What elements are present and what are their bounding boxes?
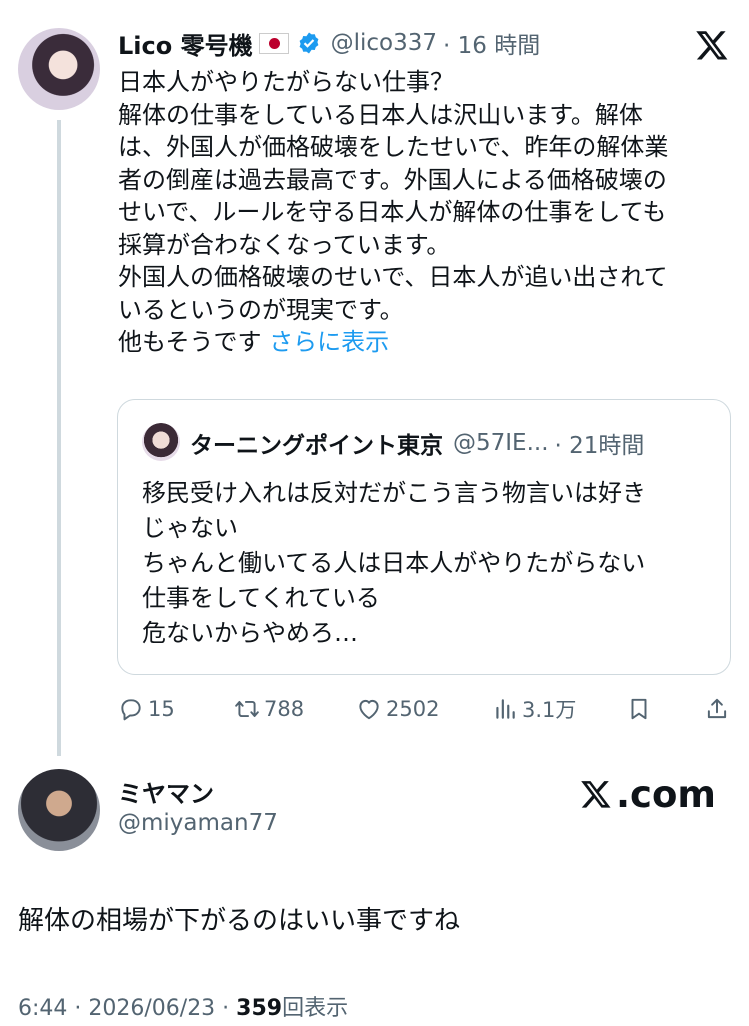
like-count: 2502 (386, 697, 440, 721)
tweet-line: 他もそうです (118, 328, 262, 356)
tweet-line: 解体の仕事をしている日本人は沢山います。解体 (118, 100, 643, 129)
reply-avatar[interactable] (18, 769, 100, 851)
reply-author-handle[interactable]: @miyaman77 (118, 810, 278, 836)
quote-line: ちゃんと働いてる人は日本人がやりたがらない (142, 549, 646, 577)
reply-author-name[interactable]: ミヤマン (118, 774, 214, 809)
tweet-text: 日本人がやりたがらない仕事？ 解体の仕事をしている日本人は沢山います。解体 は、… (118, 66, 728, 359)
retweet-count: 788 (264, 697, 305, 721)
tweet-line: せいで、ルールを守る日本人が解体の仕事をしても (118, 198, 667, 226)
bookmark-button[interactable] (626, 690, 656, 728)
quote-line: 仕事をしてくれている (142, 584, 380, 612)
x-logo-icon[interactable] (694, 28, 730, 62)
like-button[interactable]: 2502 (356, 690, 439, 728)
author-handle[interactable]: @lico337 (331, 30, 437, 56)
action-bar: 15 788 2502 3.1万 (118, 690, 732, 728)
show-more-link[interactable]: さらに表示 (269, 328, 389, 356)
views-button[interactable]: 3.1万 (492, 690, 576, 728)
quote-author-name: ターニングポイント東京 (190, 433, 443, 459)
reply-count: 15 (148, 697, 175, 721)
retweet-icon (235, 700, 259, 718)
reply-button[interactable]: 15 (118, 690, 175, 728)
tweet-line: は、外国人が価格破壊をしたせいで、昨年の解体業 (118, 133, 669, 161)
views-icon (496, 699, 515, 719)
thread-line (57, 120, 61, 756)
jp-flag-icon (258, 32, 289, 54)
avatar[interactable] (18, 28, 100, 110)
reply-text: 解体の相場が下がるのはいい事ですね (18, 906, 461, 936)
quote-line: じゃない (142, 514, 238, 542)
author-name[interactable]: Lico 零号機 (118, 26, 253, 61)
tweet-meta: 6:44 · 2026/06/23 · 359回表示 (18, 990, 348, 1022)
quoted-tweet[interactable]: ターニングポイント東京 @57IE... · 21時間 移民受け入れは反対だがこ… (117, 399, 731, 675)
x-com-brand: .com (578, 772, 716, 816)
brand-text: .com (616, 772, 716, 816)
views-count: 3.1万 (522, 698, 577, 722)
quote-line: 危ないからやめろ… (142, 619, 358, 647)
tweet-line: 採算が合わなくなっています。 (118, 230, 451, 259)
verified-badge-icon (299, 32, 318, 54)
quote-author-handle: @57IE... (453, 430, 549, 456)
quote-text: 移民受け入れは反対だがこう言う物言いは好き じゃない ちゃんと働いてる人は日本人… (142, 476, 646, 651)
tweet-line-last: 他もそうです さらに表示 (118, 326, 728, 359)
tweet-line: 日本人がやりたがらない仕事？ (118, 68, 454, 96)
share-button[interactable] (704, 690, 734, 728)
quote-avatar (142, 423, 180, 461)
tweet-time[interactable]: · 16 時間 (443, 26, 540, 60)
tweet-header: Lico 零号機 @lico337 · 16 時間 (118, 26, 540, 60)
reply-icon (121, 699, 141, 721)
tweet-line: 外国人の価格破壊のせいで、日本人が追い出されて (118, 263, 668, 291)
bookmark-icon (631, 698, 647, 720)
quote-line: 移民受け入れは反対だがこう言う物言いは好き (142, 479, 646, 507)
quote-time: · 21時間 (554, 433, 645, 459)
tweet-line: 者の倒産は過去最高です。外国人による価格破壊の (118, 165, 667, 194)
like-icon (359, 699, 379, 720)
retweet-button[interactable]: 788 (234, 690, 304, 728)
timestamp[interactable]: 6:44 · 2026/06/23 · (18, 996, 236, 1021)
view-count: 359 (236, 996, 283, 1021)
tweet-line: いるというのが現実です。 (118, 295, 404, 324)
quote-header: ターニングポイント東京 @57IE... · 21時間 (190, 426, 644, 460)
view-label: 回表示 (282, 996, 349, 1021)
share-icon (707, 698, 727, 719)
x-logo-icon (581, 781, 611, 808)
